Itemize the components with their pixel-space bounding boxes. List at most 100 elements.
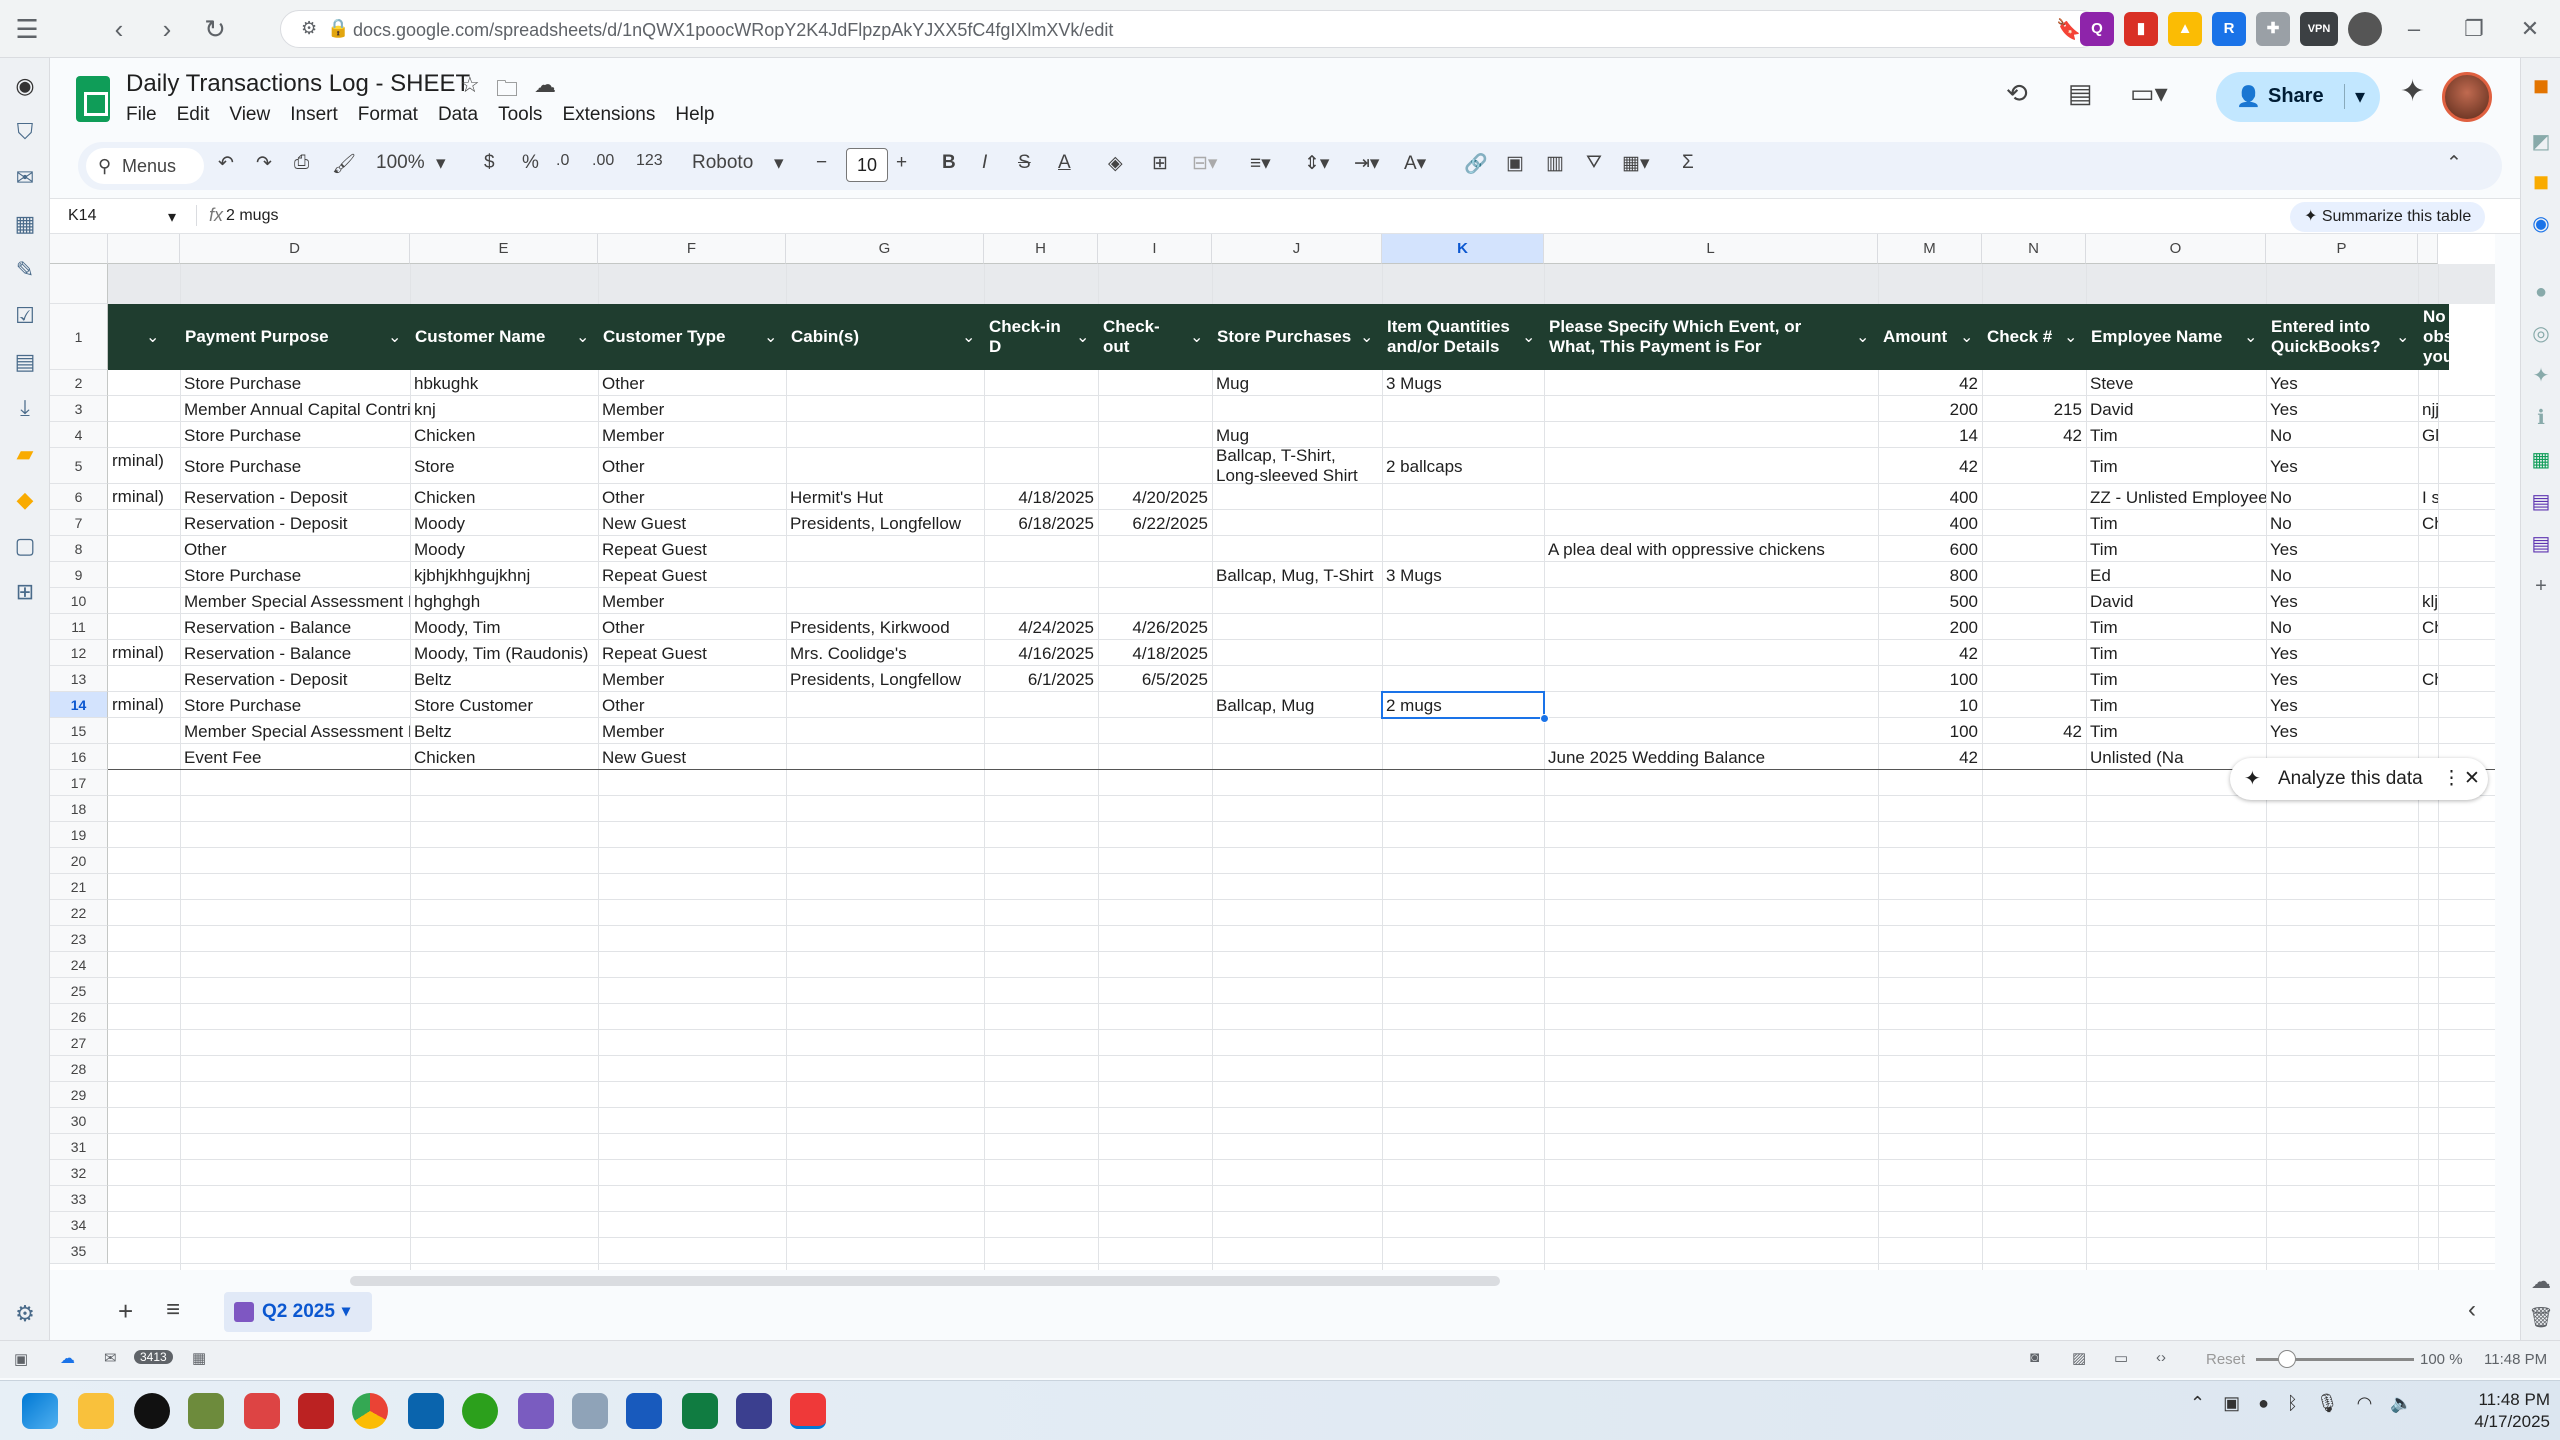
table-cell[interactable]: Tim xyxy=(2086,426,2266,448)
table-cell[interactable]: Mug xyxy=(1212,426,1382,448)
table-cell[interactable] xyxy=(108,565,180,587)
table-cell[interactable] xyxy=(1098,696,1212,718)
printer-app-icon[interactable] xyxy=(572,1393,608,1429)
decrease-decimal-button[interactable]: .0 xyxy=(556,152,569,170)
table-cell[interactable]: Repeat Guest xyxy=(598,540,786,562)
table-cell[interactable] xyxy=(1212,488,1382,510)
table-cell[interactable]: Ballcap, T-Shirt, Long-sleeved Shirt xyxy=(1212,446,1382,486)
menu-extensions[interactable]: Extensions xyxy=(562,104,655,126)
table-cell[interactable]: A plea deal with oppressive chickens xyxy=(1544,540,1878,562)
table-cell[interactable]: kljg xyxy=(2418,592,2438,614)
table-cell[interactable] xyxy=(1212,722,1382,744)
bold-button[interactable]: B xyxy=(942,152,956,174)
start-icon[interactable] xyxy=(22,1393,58,1429)
column-header-e[interactable]: E xyxy=(410,234,598,264)
account-avatar[interactable] xyxy=(2442,72,2492,122)
name-box[interactable]: K14 ▾ xyxy=(68,207,208,227)
table-cell[interactable] xyxy=(1544,400,1878,422)
app-k-icon[interactable] xyxy=(134,1393,170,1429)
text-color-icon[interactable]: A xyxy=(1058,152,1071,174)
side-maps-icon[interactable]: ◎ xyxy=(2527,320,2555,348)
table-cell[interactable]: 4/18/2025 xyxy=(984,488,1098,510)
row-header-32[interactable]: 32 xyxy=(50,1160,108,1186)
site-settings-icon[interactable]: ⚙ xyxy=(301,18,317,39)
table-cell[interactable] xyxy=(984,400,1098,422)
table-cell[interactable] xyxy=(1982,618,2086,640)
table-cell[interactable] xyxy=(1544,566,1878,588)
menu-help[interactable]: Help xyxy=(675,104,714,126)
strikethrough-icon[interactable]: S xyxy=(1018,152,1031,174)
notes-panel-icon[interactable]: ✎ xyxy=(9,254,41,286)
cloud-saved-icon[interactable]: ☁ xyxy=(534,72,556,98)
table-cell[interactable]: Member xyxy=(598,592,786,614)
app-minecraft-icon[interactable] xyxy=(188,1393,224,1429)
extension-blue-icon[interactable]: R xyxy=(2212,12,2246,46)
table-cell[interactable] xyxy=(108,513,180,535)
share-button[interactable]: 👤 Share ▾ xyxy=(2216,72,2380,122)
table-cell[interactable] xyxy=(108,617,180,639)
increase-font-size-icon[interactable]: + xyxy=(896,152,907,174)
table-cell[interactable]: Member Annual Capital Contribution xyxy=(180,400,410,422)
decrease-font-size-icon[interactable]: − xyxy=(816,152,827,174)
table-cell[interactable] xyxy=(1098,400,1212,422)
column-header-c[interactable] xyxy=(108,234,180,264)
side-sheets-icon[interactable]: ▦ xyxy=(2527,446,2555,474)
table-cell[interactable]: Glit xyxy=(2418,426,2438,448)
table-cell[interactable]: 3 Mugs xyxy=(1382,566,1544,588)
row-header-24[interactable]: 24 xyxy=(50,952,108,978)
table-cell[interactable] xyxy=(1544,670,1878,692)
table-cell[interactable]: No xyxy=(2266,514,2418,536)
column-header-d[interactable]: D xyxy=(180,234,410,264)
table-cell[interactable]: 6/5/2025 xyxy=(1098,670,1212,692)
table-cell[interactable]: Event Fee xyxy=(180,748,410,770)
menu-file[interactable]: File xyxy=(126,104,157,126)
table-cell[interactable] xyxy=(1982,592,2086,614)
table-cell[interactable]: 3 Mugs xyxy=(1382,374,1544,396)
table-cell[interactable]: Reservation - Balance xyxy=(180,618,410,640)
table-cell[interactable]: Other xyxy=(180,540,410,562)
table-cell[interactable]: 400 xyxy=(1878,514,1982,536)
fill-color-icon[interactable]: ◈ xyxy=(1108,152,1123,175)
table-cell[interactable]: kjbhjkhhgujkhnj xyxy=(410,566,598,588)
text-wrapping-icon[interactable]: ⇥▾ xyxy=(1354,152,1379,175)
table-cell[interactable]: Tim xyxy=(2086,670,2266,692)
menus-search-button[interactable]: ⚲ Menus xyxy=(86,148,204,184)
spreadsheet-grid[interactable]: D E F G H I J K L M N O P 1 ⌄ Payment Purpose ⌄ Customer … xyxy=(50,234,2495,1270)
name-box-dropdown-icon[interactable]: ▾ xyxy=(168,207,176,227)
zoom-select[interactable]: 100% xyxy=(376,152,425,174)
more-formats-button[interactable]: 123 xyxy=(636,152,663,170)
row-header-7[interactable]: 7 xyxy=(50,510,108,536)
zoom-reset[interactable]: Reset xyxy=(2206,1351,2245,1368)
taskbar-clock[interactable]: 11:48 PM 4/17/2025 xyxy=(2440,1389,2550,1433)
table-cell[interactable]: David xyxy=(2086,400,2266,422)
row-header-12[interactable]: 12 xyxy=(50,640,108,666)
back-icon[interactable]: ‹ xyxy=(102,12,136,46)
table-cell[interactable]: Repeat Guest xyxy=(598,644,786,666)
version-history-icon[interactable]: ⟲ xyxy=(2006,78,2028,109)
table-cell[interactable] xyxy=(1382,644,1544,666)
table-cell[interactable]: Tim xyxy=(2086,540,2266,562)
menu-tools[interactable]: Tools xyxy=(498,104,542,126)
excel-icon[interactable] xyxy=(682,1393,718,1429)
gemini-sparkle-icon[interactable]: ✦ xyxy=(2400,74,2425,109)
row-header-28[interactable]: 28 xyxy=(50,1056,108,1082)
panel-toggle-icon[interactable]: ▣ xyxy=(14,1350,28,1368)
share-dropdown-icon[interactable]: ▾ xyxy=(2344,84,2365,109)
row-header-14[interactable]: 14 xyxy=(50,692,108,718)
table-cell[interactable]: Ballcap, Mug xyxy=(1212,696,1382,718)
extension-red-icon[interactable]: ▮ xyxy=(2124,12,2158,46)
table-cell[interactable]: Other xyxy=(598,488,786,510)
bookmark-icon[interactable]: 🔖 xyxy=(2056,17,2081,42)
table-cell[interactable] xyxy=(1098,540,1212,562)
table-cell[interactable] xyxy=(1382,722,1544,744)
word-icon[interactable] xyxy=(626,1393,662,1429)
web-panel-yellow-icon[interactable]: ▰ xyxy=(9,438,41,470)
table-cell[interactable] xyxy=(108,425,180,447)
table-cell[interactable]: 500 xyxy=(1878,592,1982,614)
mail-panel-icon[interactable]: ✉ xyxy=(9,162,41,194)
more-options-icon[interactable]: ⋮ xyxy=(2442,758,2461,800)
vivaldi-icon[interactable]: ◉ xyxy=(9,70,41,102)
table-cell[interactable] xyxy=(2418,374,2438,396)
table-cell[interactable] xyxy=(786,566,984,588)
table-cell[interactable] xyxy=(786,457,984,479)
